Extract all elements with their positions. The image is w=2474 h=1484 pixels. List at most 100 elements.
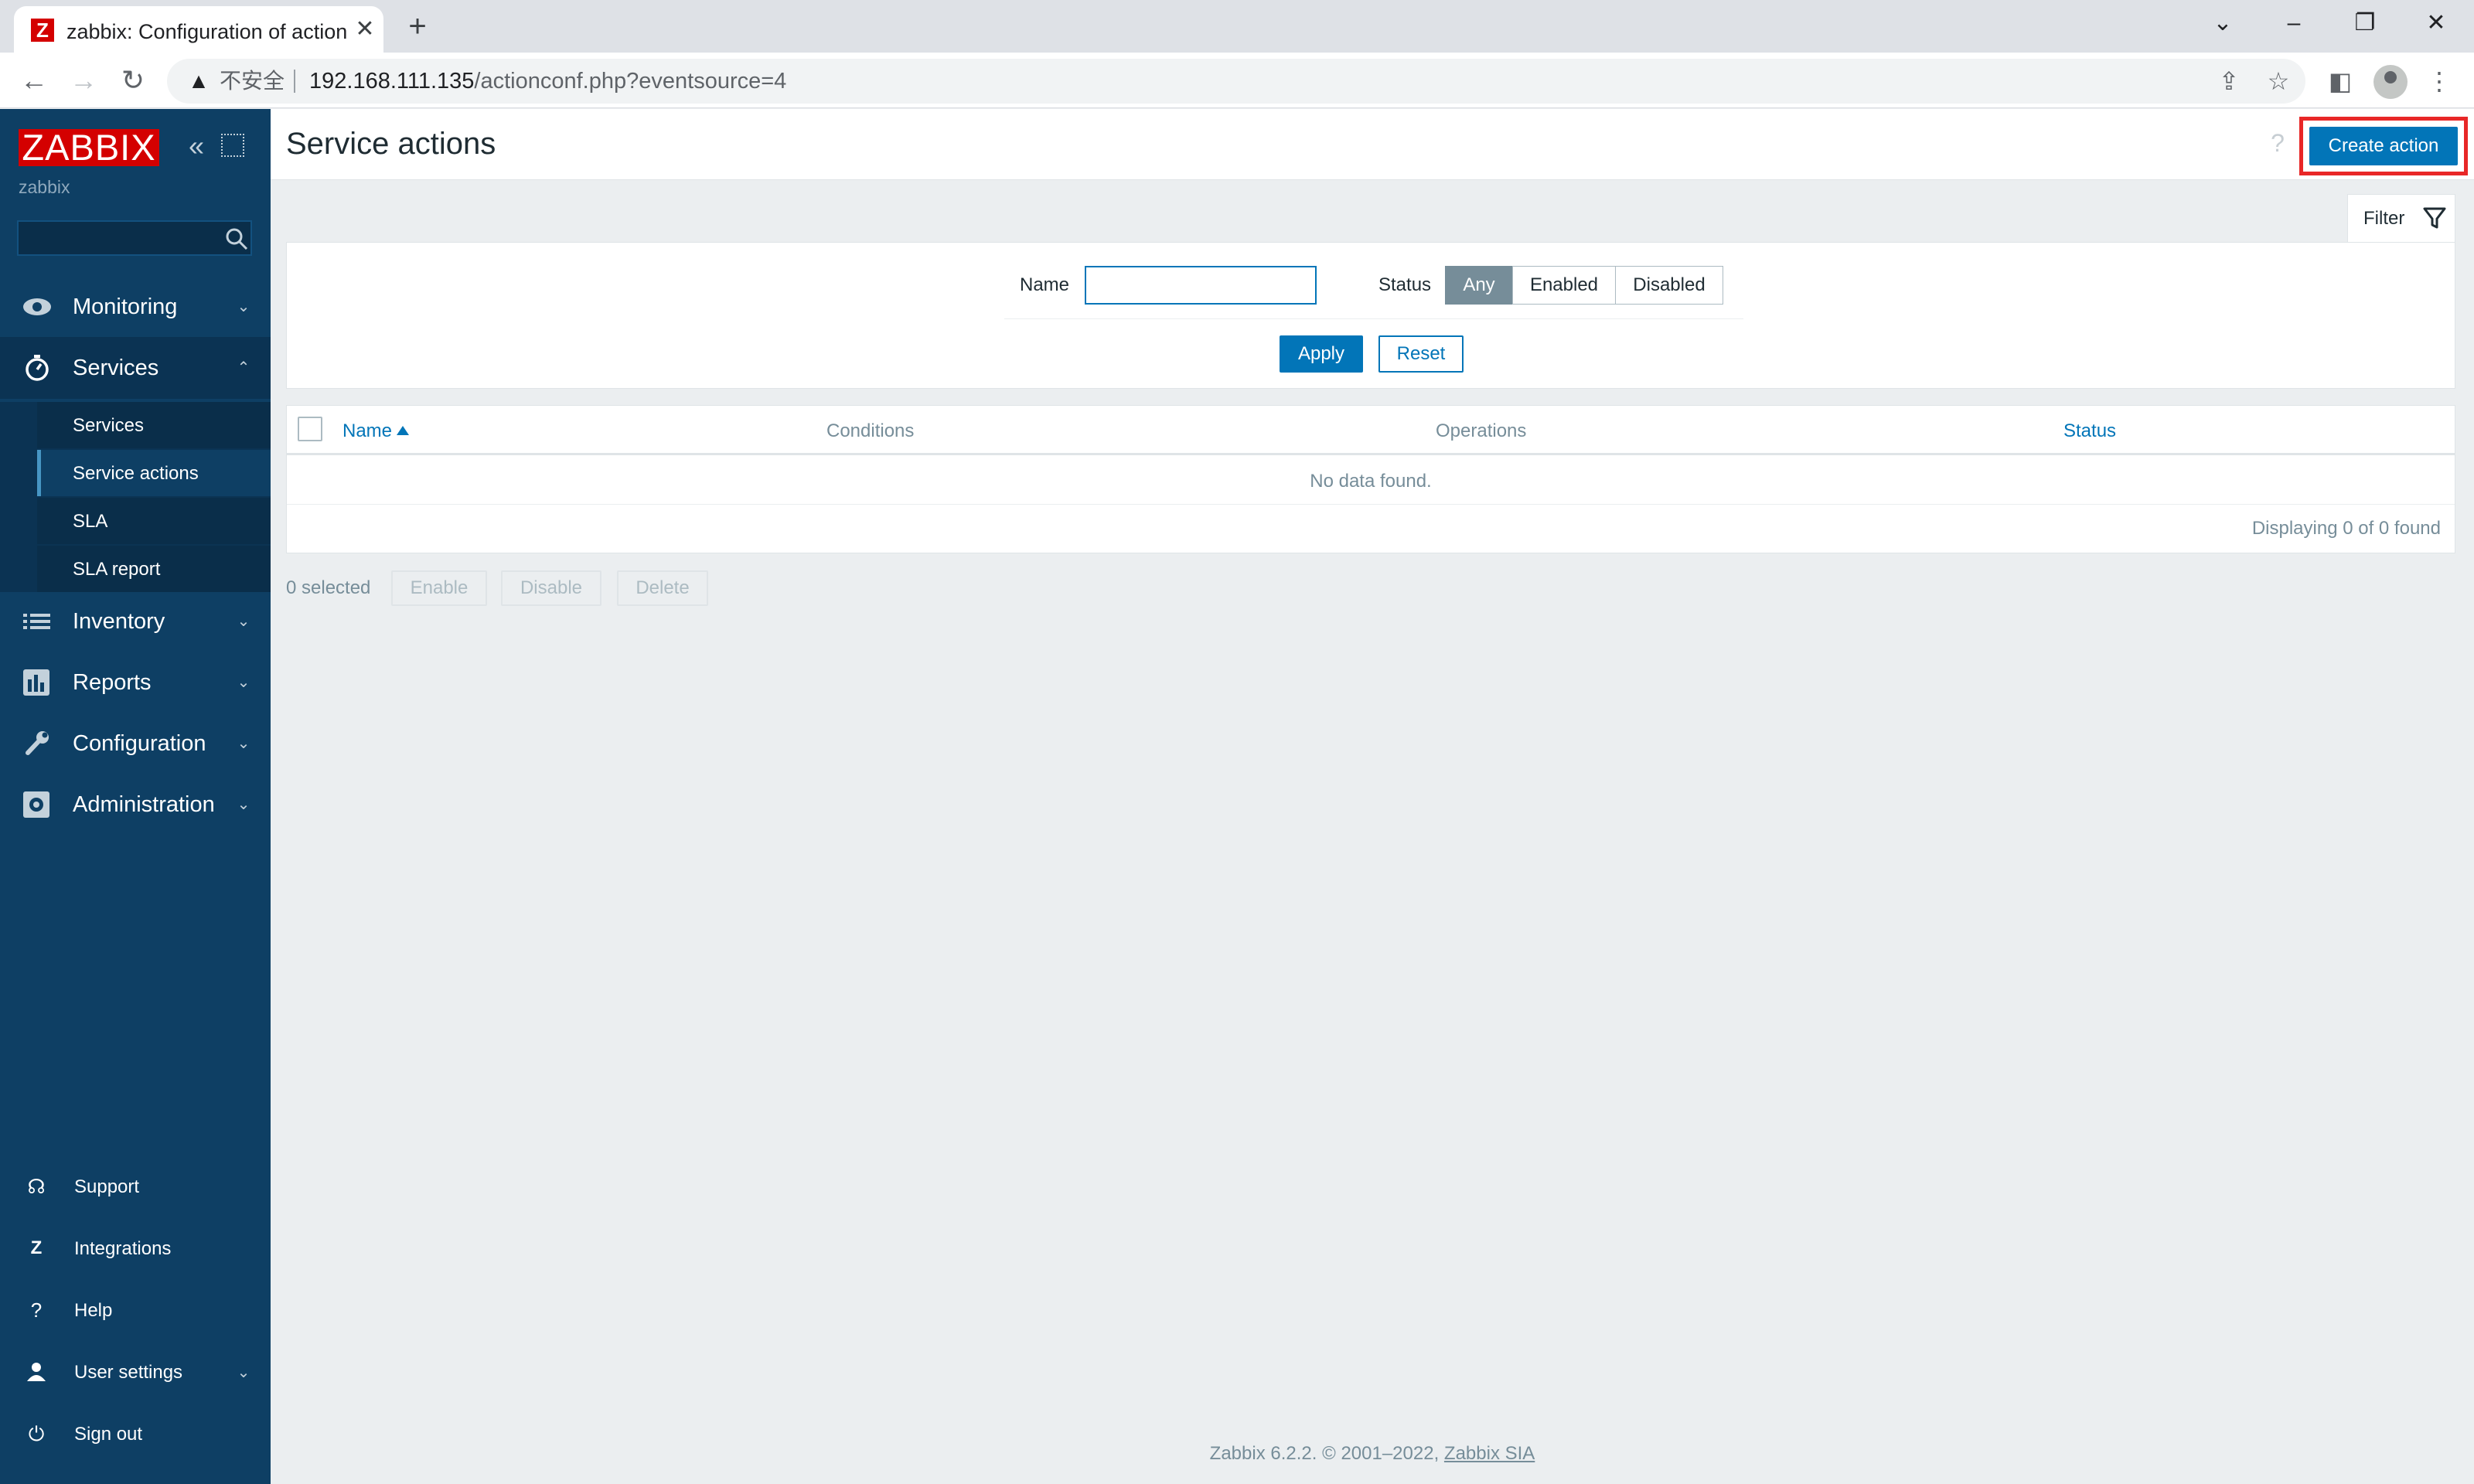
menu-label: Configuration bbox=[73, 731, 206, 756]
collapse-sidebar-icon[interactable]: « bbox=[182, 131, 210, 162]
create-action-button[interactable]: Create action bbox=[2309, 127, 2458, 165]
page-footer: Zabbix 6.2.2. © 2001–2022, Zabbix SIA bbox=[271, 1442, 2474, 1465]
list-icon bbox=[23, 614, 50, 629]
actions-table: Name Conditions Operations Status No dat… bbox=[286, 405, 2455, 553]
status-option-any[interactable]: Any bbox=[1445, 266, 1513, 305]
tab-search-chevron-icon[interactable]: ⌄ bbox=[2188, 3, 2258, 43]
security-indicator[interactable]: 不安全 bbox=[220, 68, 285, 94]
menu-label: Services bbox=[73, 356, 159, 380]
zabbix-logo[interactable]: ZABBIX bbox=[19, 129, 159, 166]
status-option-enabled[interactable]: Enabled bbox=[1512, 266, 1616, 305]
address-separator bbox=[294, 70, 295, 93]
profile-avatar-icon[interactable] bbox=[2373, 65, 2408, 99]
util-label: Support bbox=[74, 1176, 140, 1197]
wrench-icon bbox=[26, 731, 49, 755]
column-header-status[interactable]: Status bbox=[2063, 420, 2116, 443]
sort-ascending-icon bbox=[397, 426, 410, 435]
server-name: zabbix bbox=[19, 177, 70, 197]
footer-version: Zabbix 6.2.2. © 2001–2022, bbox=[1209, 1443, 1440, 1464]
selected-count: 0 selected bbox=[286, 577, 371, 598]
submenu-label: Services bbox=[73, 415, 145, 436]
headset-icon: ☊ bbox=[27, 1175, 46, 1198]
share-icon[interactable]: ⇪ bbox=[2211, 63, 2247, 99]
disable-button[interactable]: Disable bbox=[501, 570, 601, 606]
highlight-box: Create action bbox=[2299, 117, 2468, 175]
sidebar-support[interactable]: ☊ Support bbox=[0, 1160, 271, 1214]
sidebar-sign-out[interactable]: ⏻ Sign out bbox=[0, 1407, 271, 1462]
chevron-down-icon: ⌄ bbox=[237, 298, 250, 315]
window-close-icon[interactable]: ✕ bbox=[2401, 3, 2471, 43]
menu-inventory[interactable]: Inventory ⌄ bbox=[0, 591, 271, 652]
chevron-down-icon: ⌄ bbox=[237, 735, 250, 752]
help-icon[interactable]: ? bbox=[2264, 128, 2292, 158]
column-name-label: Name bbox=[342, 420, 393, 441]
bookmark-star-icon[interactable]: ☆ bbox=[2261, 63, 2296, 99]
filter-funnel-icon bbox=[2423, 207, 2446, 229]
enable-button[interactable]: Enable bbox=[391, 570, 487, 606]
power-icon: ⏻ bbox=[28, 1422, 45, 1445]
url-path: /actionconf.php?eventsource=4 bbox=[474, 69, 787, 94]
menu-services[interactable]: Services ⌃ bbox=[0, 337, 271, 399]
services-submenu: Services Service actions SLA SLA report bbox=[0, 402, 271, 592]
menu-label: Monitoring bbox=[73, 294, 178, 319]
browser-toolbar: ← → ↻ ▲ 不安全 192.168.111.135/actionconf.p… bbox=[0, 53, 2474, 108]
select-all-checkbox[interactable] bbox=[298, 417, 322, 441]
zabbix-z-icon: Z bbox=[30, 1237, 43, 1258]
apply-button[interactable]: Apply bbox=[1280, 335, 1363, 373]
sidebar-user-settings[interactable]: User settings ⌄ bbox=[0, 1346, 271, 1400]
gear-icon bbox=[23, 791, 49, 818]
util-label: Integrations bbox=[74, 1238, 172, 1259]
footer-company-link[interactable]: Zabbix SIA bbox=[1444, 1443, 1535, 1464]
submenu-item-sla-report[interactable]: SLA report bbox=[37, 546, 271, 592]
menu-label: Inventory bbox=[73, 609, 165, 634]
submenu-label: SLA report bbox=[73, 559, 161, 580]
menu-monitoring[interactable]: Monitoring ⌄ bbox=[0, 276, 271, 338]
chevron-down-icon: ⌄ bbox=[237, 674, 250, 691]
filter-status-label: Status bbox=[1378, 274, 1432, 295]
user-icon bbox=[27, 1363, 46, 1381]
filter-panel: Name Status Any Enabled Disabled Apply R… bbox=[286, 242, 2455, 389]
paging-summary: Displaying 0 of 0 found bbox=[2251, 518, 2441, 539]
new-tab-icon[interactable]: + bbox=[399, 9, 436, 46]
table-header-row: Name Conditions Operations Status bbox=[287, 406, 2455, 455]
tab-close-icon[interactable]: ✕ bbox=[351, 15, 379, 43]
reset-button[interactable]: Reset bbox=[1378, 335, 1464, 373]
browser-tab-strip: Z zabbix: Configuration of action ✕ + ⌄ … bbox=[0, 0, 2474, 53]
warning-icon[interactable]: ▲ bbox=[186, 68, 212, 94]
submenu-item-service-actions[interactable]: Service actions bbox=[37, 450, 271, 496]
chevron-up-icon: ⌃ bbox=[237, 359, 250, 376]
submenu-label: SLA bbox=[73, 511, 108, 532]
address-bar[interactable]: ▲ 不安全 192.168.111.135/actionconf.php?eve… bbox=[167, 59, 2305, 104]
back-icon[interactable]: ← bbox=[14, 60, 54, 100]
menu-administration[interactable]: Administration ⌄ bbox=[0, 774, 271, 836]
filter-tab-label: Filter bbox=[2363, 208, 2405, 229]
sidebar-integrations[interactable]: Z Integrations bbox=[0, 1222, 271, 1276]
search-icon[interactable] bbox=[224, 226, 249, 251]
zabbix-favicon-icon: Z bbox=[31, 19, 54, 42]
menu-configuration[interactable]: Configuration ⌄ bbox=[0, 713, 271, 774]
sidebar-search-input[interactable] bbox=[17, 220, 252, 256]
submenu-item-sla[interactable]: SLA bbox=[37, 498, 271, 544]
filter-name-input[interactable] bbox=[1085, 266, 1317, 305]
browser-tab[interactable]: Z zabbix: Configuration of action ✕ bbox=[14, 6, 383, 53]
restore-icon[interactable]: ❐ bbox=[2330, 3, 2400, 43]
delete-button[interactable]: Delete bbox=[617, 570, 708, 606]
url-text[interactable]: 192.168.111.135/actionconf.php?eventsour… bbox=[309, 68, 786, 94]
more-menu-icon[interactable]: ⋮ bbox=[2421, 63, 2457, 99]
status-option-disabled[interactable]: Disabled bbox=[1615, 266, 1723, 305]
minimize-icon[interactable]: – bbox=[2259, 3, 2329, 43]
forward-icon[interactable]: → bbox=[63, 60, 104, 100]
side-panel-icon[interactable]: ◧ bbox=[2322, 63, 2358, 99]
chevron-down-icon: ⌄ bbox=[237, 796, 250, 813]
question-icon: ? bbox=[30, 1298, 43, 1322]
reload-icon[interactable]: ↻ bbox=[113, 60, 153, 100]
chevron-down-icon: ⌄ bbox=[237, 613, 250, 630]
menu-reports[interactable]: Reports ⌄ bbox=[0, 652, 271, 713]
sidebar-help[interactable]: ? Help bbox=[0, 1284, 271, 1338]
submenu-item-services[interactable]: Services bbox=[37, 402, 271, 448]
column-header-name[interactable]: Name bbox=[342, 420, 410, 443]
submenu-label: Service actions bbox=[73, 463, 199, 484]
kiosk-mode-icon[interactable] bbox=[221, 134, 244, 157]
util-label: Sign out bbox=[74, 1424, 143, 1445]
filter-tab[interactable]: Filter bbox=[2347, 194, 2455, 243]
